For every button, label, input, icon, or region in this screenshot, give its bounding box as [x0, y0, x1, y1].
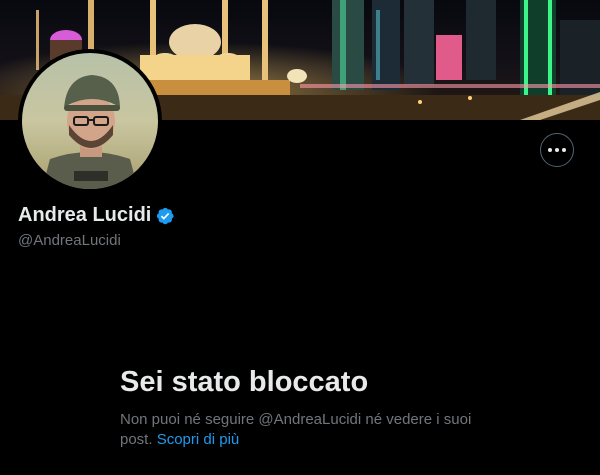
- blocked-title: Sei stato bloccato: [120, 366, 369, 398]
- more-horizontal-icon: [548, 148, 566, 152]
- learn-more-link[interactable]: Scopri di più: [157, 431, 240, 448]
- profile-handle: @AndreaLucidi: [18, 232, 121, 249]
- profile-display-name: Andrea Lucidi: [18, 204, 175, 227]
- display-name-text: Andrea Lucidi: [18, 204, 152, 226]
- blocked-description: Non puoi né seguire @AndreaLucidi né ved…: [120, 410, 490, 450]
- avatar-image: [22, 53, 158, 189]
- verified-badge-icon[interactable]: [155, 206, 175, 226]
- more-options-button[interactable]: [540, 133, 574, 167]
- profile-avatar[interactable]: [18, 49, 162, 193]
